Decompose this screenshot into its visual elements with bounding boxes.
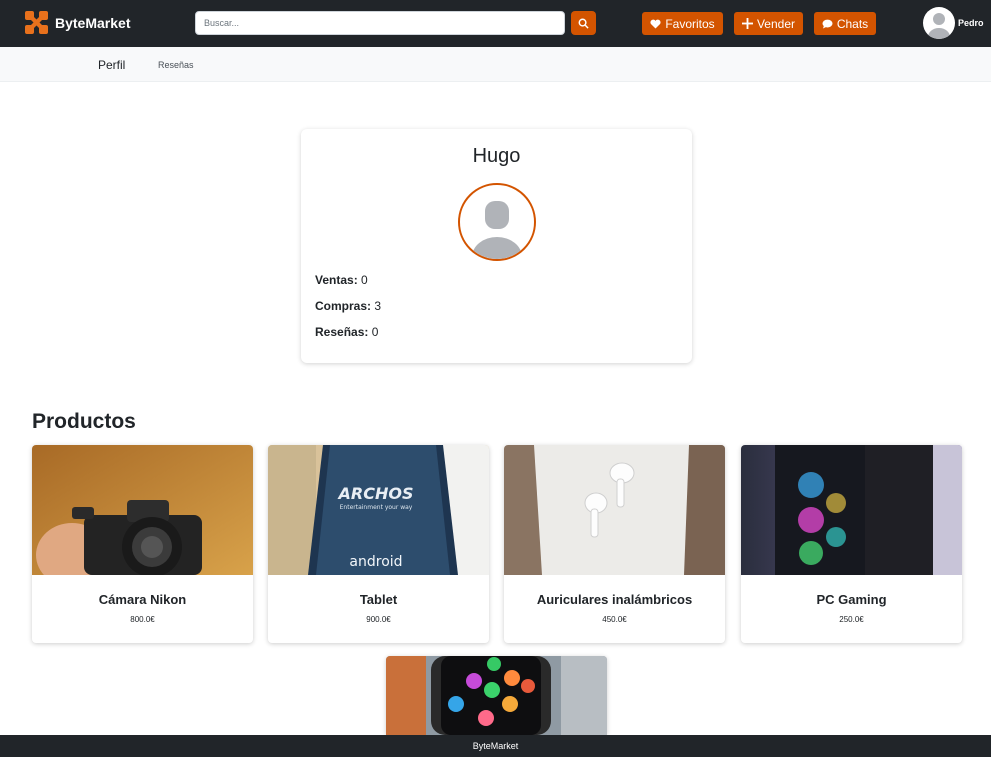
user-avatar <box>923 7 955 39</box>
product-price: 250.0€ <box>839 615 864 624</box>
stat-sales-label: Ventas: <box>315 273 358 287</box>
stat-reviews-label: Reseñas: <box>315 325 369 339</box>
heart-icon <box>650 19 661 29</box>
product-image-earbuds <box>504 445 725 575</box>
product-image-tablet: ARCHOS Entertainment your way android <box>268 445 489 575</box>
product-image-pc <box>741 445 962 575</box>
product-title: PC Gaming <box>816 592 887 607</box>
brand-logo-icon <box>24 10 49 35</box>
svg-text:ARCHOS: ARCHOS <box>337 484 414 503</box>
product-card[interactable]: Auriculares inalámbricos 450.0€ <box>504 445 725 643</box>
stat-purchases-value: 3 <box>374 299 382 313</box>
product-card[interactable]: ARCHOS Entertainment your way android Ta… <box>268 445 489 643</box>
product-price: 450.0€ <box>602 615 627 624</box>
brand-name: ByteMarket <box>55 14 131 31</box>
search-button[interactable] <box>571 11 596 35</box>
tab-profile[interactable]: Perfil <box>98 58 125 72</box>
tab-reviews[interactable]: Reseñas <box>158 60 194 70</box>
product-price: 800.0€ <box>130 615 155 624</box>
footer: ByteMarket <box>0 735 991 757</box>
stat-purchases: Compras: 3 <box>315 299 381 313</box>
product-image-smartwatch <box>386 656 607 735</box>
sell-button[interactable]: Vender <box>734 12 803 35</box>
plus-icon <box>741 18 753 29</box>
sell-label: Vender <box>756 16 796 31</box>
svg-text:android: android <box>349 554 402 570</box>
chats-label: Chats <box>836 16 869 31</box>
stat-reviews-value: 0 <box>371 325 379 339</box>
product-title: Cámara Nikon <box>98 592 187 607</box>
profile-avatar <box>458 183 536 261</box>
stat-sales-value: 0 <box>361 273 368 287</box>
stat-reviews: Reseñas: 0 <box>315 325 378 339</box>
favorites-button[interactable]: Favoritos <box>642 12 723 35</box>
profile-name: Hugo <box>472 145 521 167</box>
product-card[interactable]: Cámara Nikon 800.0€ <box>32 445 253 643</box>
products-heading: Productos <box>32 410 136 433</box>
chat-icon <box>822 19 833 29</box>
search-input[interactable] <box>195 11 565 35</box>
product-price: 900.0€ <box>366 615 391 624</box>
product-card[interactable]: PC Gaming 250.0€ <box>741 445 962 643</box>
chats-button[interactable]: Chats <box>814 12 876 35</box>
navbar: ByteMarket Favoritos Vender Chats Pedro <box>0 0 991 47</box>
profile-tabs: Perfil Reseñas <box>0 47 991 82</box>
stat-purchases-label: Compras: <box>315 299 372 313</box>
search-icon <box>578 18 589 29</box>
product-title: Tablet <box>359 592 398 607</box>
user-menu[interactable]: Pedro <box>923 7 984 39</box>
svg-text:Entertainment your way: Entertainment your way <box>340 504 413 511</box>
brand[interactable]: ByteMarket <box>24 10 130 35</box>
profile-card: Hugo Ventas: 0 Compras: 3 Reseñas: 0 <box>301 129 692 363</box>
stat-sales: Ventas: 0 <box>315 273 368 287</box>
product-image-camera <box>32 445 253 587</box>
favorites-label: Favoritos <box>665 16 715 31</box>
product-title: Auriculares inalámbricos <box>536 592 693 607</box>
footer-text: ByteMarket <box>472 741 519 751</box>
product-card[interactable] <box>386 656 607 735</box>
user-name: Pedro <box>958 18 984 28</box>
